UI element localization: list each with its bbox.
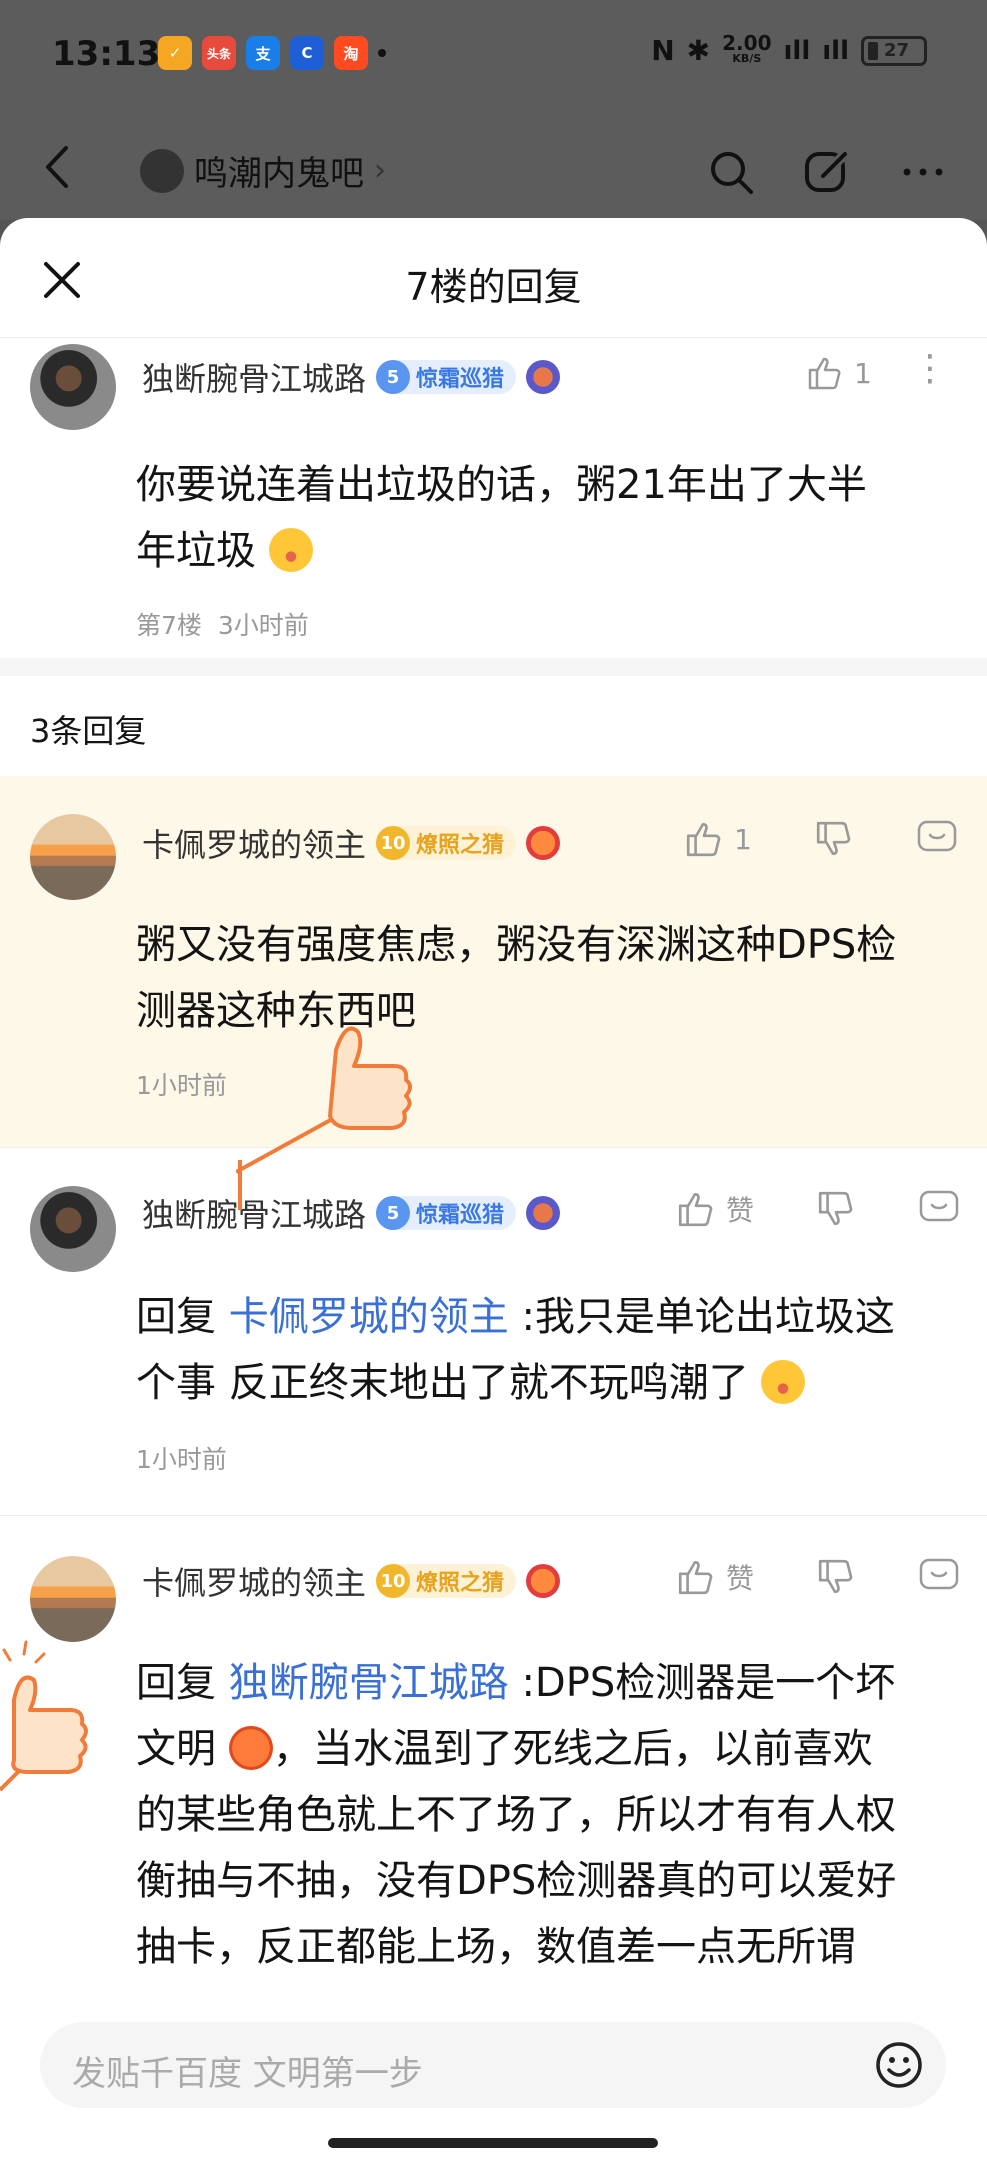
bluetooth-icon: ✱ xyxy=(686,34,711,67)
medal-icon xyxy=(526,826,561,860)
status-bar: 13:13 ✓ 头条 支 C 淘 N ✱ 2.00 KB/S ıll ıll 2… xyxy=(0,0,987,110)
username[interactable]: 卡佩罗城的领主 xyxy=(142,1558,366,1604)
reply-time: 1小时前 xyxy=(136,1445,227,1474)
level-badge: 10 燎照之猜 xyxy=(376,1564,517,1598)
more-notifications-dot xyxy=(378,49,386,57)
yum-emoji-icon xyxy=(268,528,313,572)
comment-icon[interactable] xyxy=(918,1556,960,1598)
username[interactable]: 独断腕骨江城路 xyxy=(142,354,366,400)
chevron-right-icon: › xyxy=(374,153,386,188)
thumbs-down-icon[interactable] xyxy=(816,1189,856,1229)
avatar[interactable] xyxy=(30,344,116,430)
emoji-picker-icon[interactable] xyxy=(874,2040,924,2090)
comment-icon[interactable] xyxy=(916,818,958,860)
app-icon: 支 xyxy=(246,36,280,70)
reply-actions: 赞 xyxy=(676,1556,960,1598)
more-vertical-icon[interactable]: ⋮ xyxy=(912,348,948,389)
reply-actions: 1 xyxy=(684,818,958,860)
medal-icon xyxy=(526,1196,561,1230)
user-line: 卡佩罗城的领主 10 燎照之猜 xyxy=(142,820,561,866)
appbar-actions xyxy=(707,148,947,196)
signal-5g-icon-2: ıll xyxy=(822,35,849,66)
mention-link[interactable]: 独断腕骨江城路 xyxy=(229,1660,509,1706)
reply-text: 回复 独断腕骨江城路 :DPS检测器是一个坏 文明 ，当水温到了死线之后，以前喜… xyxy=(136,1660,897,1970)
status-time: 13:13 xyxy=(52,34,161,74)
username[interactable]: 卡佩罗城的领主 xyxy=(142,820,366,866)
share-icon[interactable] xyxy=(803,148,851,196)
back-arrow-icon[interactable] xyxy=(38,142,78,192)
level-badge: 5 惊霜巡猎 xyxy=(376,360,517,394)
comment-input[interactable]: 发贴千百度 文明第一步 xyxy=(40,2022,946,2108)
avatar[interactable] xyxy=(30,1556,116,1642)
thumbs-down-icon[interactable] xyxy=(814,819,854,859)
user-line: 卡佩罗城的领主 10 燎照之猜 xyxy=(142,1558,561,1604)
reply-item: 卡佩罗城的领主 10燎照之猜 赞 回复 独断腕骨江城路 :DPS检测器是一个坏 xyxy=(0,1516,987,1976)
app-icon: 头条 xyxy=(202,36,236,70)
status-right: N ✱ 2.00 KB/S ıll ıll 27 xyxy=(651,30,927,67)
reply-text: 回复 卡佩罗城的领主 :我只是单论出垃圾这 个事 反正终末地出了就不玩鸣潮了 xyxy=(136,1294,895,1406)
forum-name: 鸣潮内鬼吧 xyxy=(194,154,364,194)
post-actions: 1 xyxy=(806,354,872,392)
reply-item: 卡佩罗城的领主 10 燎照之猜 1 粥又没有强度焦虑，粥没有深渊这种DPS检 测… xyxy=(0,776,987,1148)
battery-icon: 27 xyxy=(861,35,927,66)
network-speed: 2.00 KB/S xyxy=(722,30,772,65)
reply-item: 独断腕骨江城路 5 惊霜巡猎 赞 回复 卡佩罗城的领主 :我只是单论出垃圾这 个… xyxy=(0,1148,987,1516)
divider xyxy=(0,658,987,676)
like-button[interactable]: 1 xyxy=(684,819,752,859)
search-icon[interactable] xyxy=(707,148,755,196)
mention-link[interactable]: 卡佩罗城的领主 xyxy=(229,1294,509,1340)
post-text: 你要说连着出垃圾的话，粥21年出了大半 年垃圾 xyxy=(136,462,867,574)
thumbs-up-icon xyxy=(686,822,721,857)
app-icon: ✓ xyxy=(158,36,192,70)
like-button[interactable]: 赞 xyxy=(676,1557,754,1597)
forum-link[interactable]: 鸣潮内鬼吧 › xyxy=(140,146,386,195)
home-indicator[interactable] xyxy=(328,2138,658,2148)
forum-avatar xyxy=(140,148,184,193)
notification-app-icons: ✓ 头条 支 C 淘 xyxy=(158,36,386,70)
input-placeholder: 发贴千百度 文明第一步 xyxy=(72,2054,423,2094)
thumbs-up-icon xyxy=(678,1560,713,1595)
thumbs-up-icon xyxy=(678,1192,713,1227)
thumbs-up-animation-icon xyxy=(0,1640,88,1792)
reply-actions: 赞 xyxy=(676,1188,960,1230)
thumbs-up-animation-icon xyxy=(236,1026,412,1210)
medal-icon xyxy=(526,1564,561,1598)
yum-emoji-icon xyxy=(761,1360,806,1404)
like-button[interactable]: 赞 xyxy=(676,1189,754,1229)
thumbs-up-icon xyxy=(808,357,841,390)
comment-icon[interactable] xyxy=(918,1188,960,1230)
more-icon[interactable] xyxy=(899,148,947,196)
medal-icon xyxy=(526,360,561,394)
sheet-header: 7楼的回复 xyxy=(0,218,987,338)
replies-count: 3条回复 xyxy=(30,712,147,750)
signal-5g-icon: ıll xyxy=(783,35,811,66)
floor-post: 独断腕骨江城路 5 惊霜巡猎 1 ⋮ 你要说连着出垃圾的话，粥21年出了大半 年垃… xyxy=(0,338,987,658)
app-icon: C xyxy=(290,36,324,70)
angry-emoji-icon xyxy=(228,1726,273,1770)
user-line: 独断腕骨江城路 5 惊霜巡猎 xyxy=(142,354,561,400)
app-icon: 淘 xyxy=(334,36,368,70)
top-app-bar: 鸣潮内鬼吧 › xyxy=(0,110,987,220)
post-meta: 第7楼 3小时前 xyxy=(136,611,309,640)
avatar[interactable] xyxy=(30,814,116,900)
nfc-icon: N xyxy=(651,34,675,67)
sheet-title: 7楼的回复 xyxy=(405,265,582,309)
level-badge: 10 燎照之猜 xyxy=(376,826,517,860)
thumbs-down-icon[interactable] xyxy=(816,1557,856,1597)
like-button[interactable]: 1 xyxy=(806,354,872,392)
reply-time: 1小时前 xyxy=(136,1071,227,1100)
replies-sheet: 7楼的回复 独断腕骨江城路 5 惊霜巡猎 1 ⋮ 你要说连着出垃圾的话，粥21年出… xyxy=(0,218,987,2172)
avatar[interactable] xyxy=(30,1186,116,1272)
